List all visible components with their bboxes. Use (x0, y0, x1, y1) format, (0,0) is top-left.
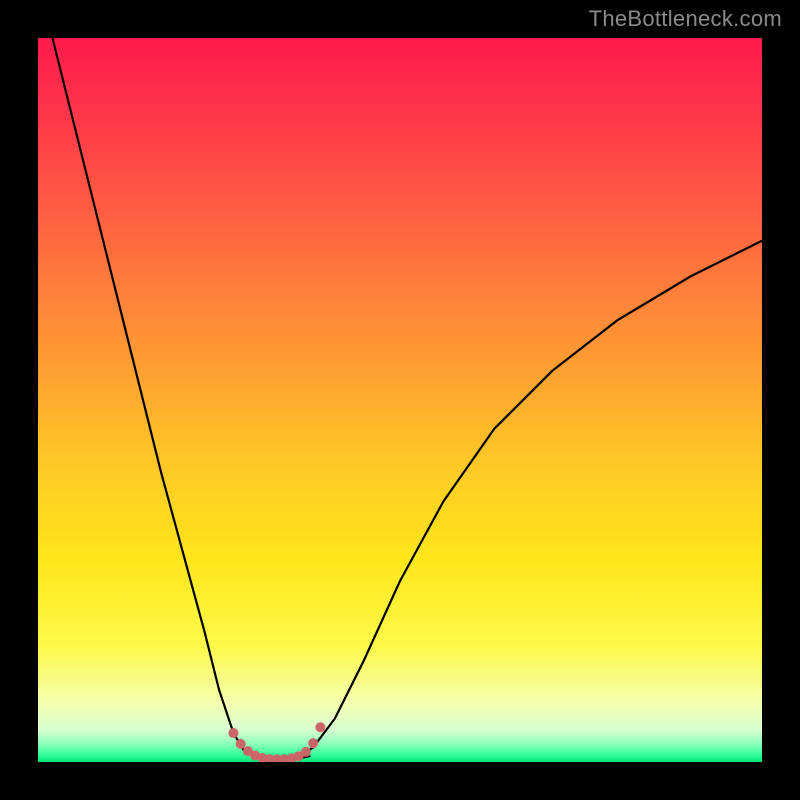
marker-point (315, 722, 325, 732)
curve-layer (38, 38, 762, 762)
marker-point (308, 738, 318, 748)
marker-point (236, 739, 246, 749)
marker-point (301, 747, 311, 757)
series-valley-markers (228, 722, 325, 762)
plot-area (38, 38, 762, 762)
marker-point (228, 728, 238, 738)
series-right-arm (299, 241, 762, 756)
series-left-arm (52, 38, 255, 756)
watermark-text: TheBottleneck.com (589, 6, 782, 32)
